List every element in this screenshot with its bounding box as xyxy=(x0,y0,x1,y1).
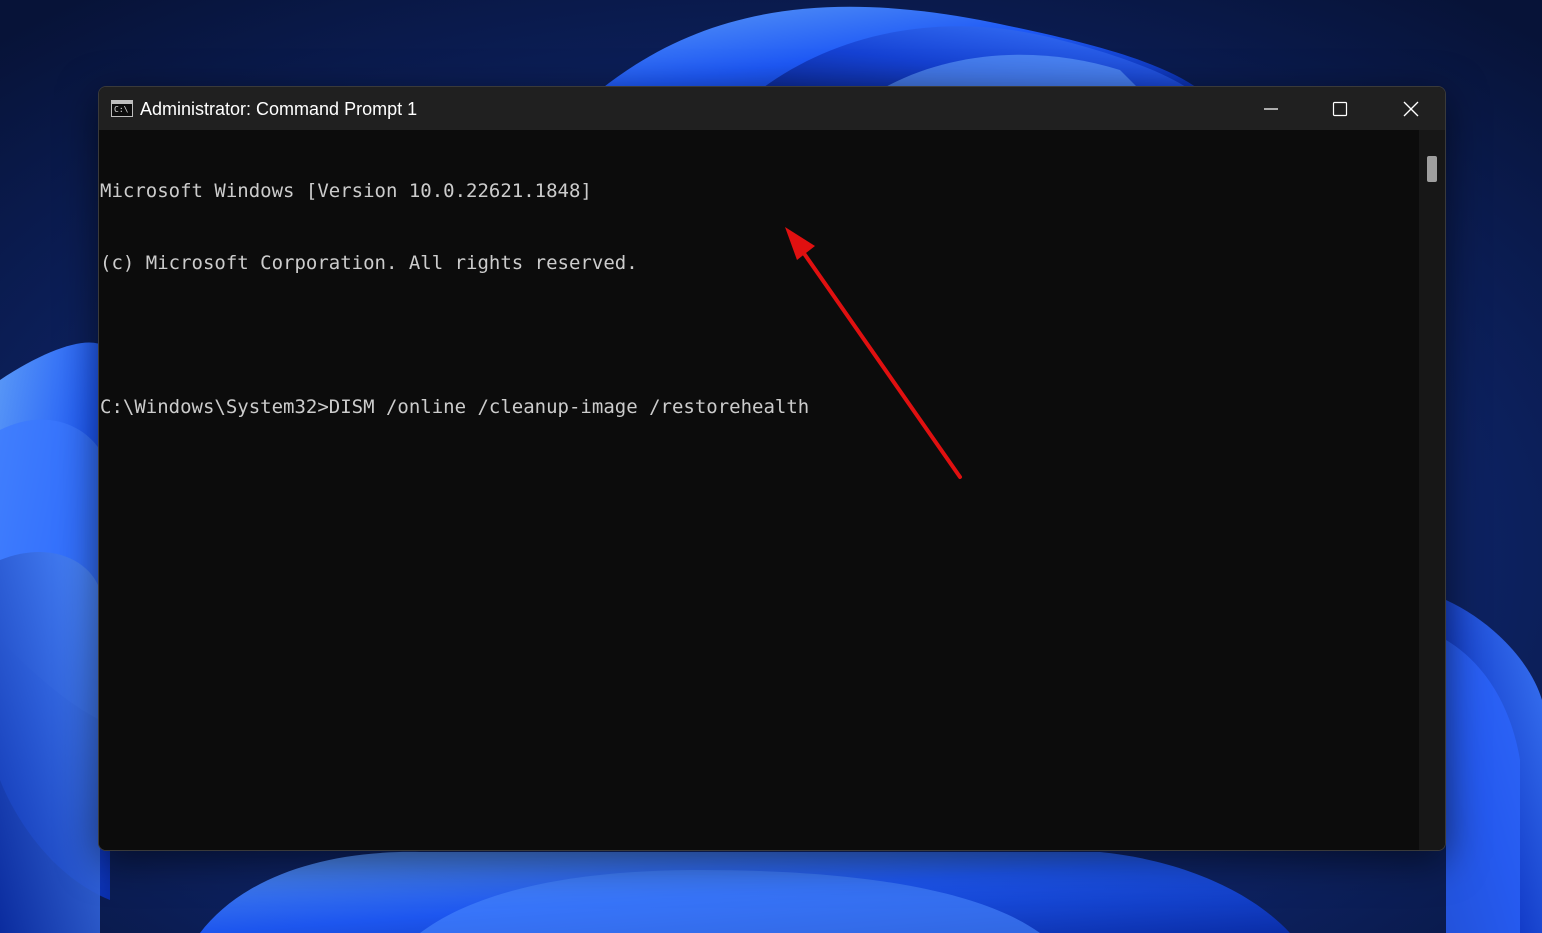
maximize-button[interactable] xyxy=(1305,87,1375,130)
maximize-icon xyxy=(1332,101,1348,116)
close-button[interactable] xyxy=(1376,87,1445,130)
vertical-scrollbar[interactable] xyxy=(1419,130,1445,850)
minimize-button[interactable] xyxy=(1236,87,1306,130)
window-title: Administrator: Command Prompt 1 xyxy=(140,99,418,119)
close-icon xyxy=(1403,101,1419,116)
title-bar[interactable]: C:\ Administrator: Command Prompt 1 xyxy=(99,87,1445,130)
command-prompt-window[interactable]: C:\ Administrator: Command Prompt 1 Micr… xyxy=(98,86,1446,851)
console-line-blank xyxy=(100,323,1419,347)
minimize-icon xyxy=(1264,107,1278,110)
cmd-app-icon: C:\ xyxy=(111,100,133,117)
scrollbar-thumb[interactable] xyxy=(1427,156,1437,182)
console-line-copyright: (c) Microsoft Corporation. All rights re… xyxy=(100,252,638,274)
console-output[interactable]: Microsoft Windows [Version 10.0.22621.18… xyxy=(99,130,1419,850)
console-line-version: Microsoft Windows [Version 10.0.22621.18… xyxy=(100,180,592,202)
app-icon-text: C:\ xyxy=(114,105,129,114)
console-line-command: C:\Windows\System32>DISM /online /cleanu… xyxy=(100,396,810,418)
